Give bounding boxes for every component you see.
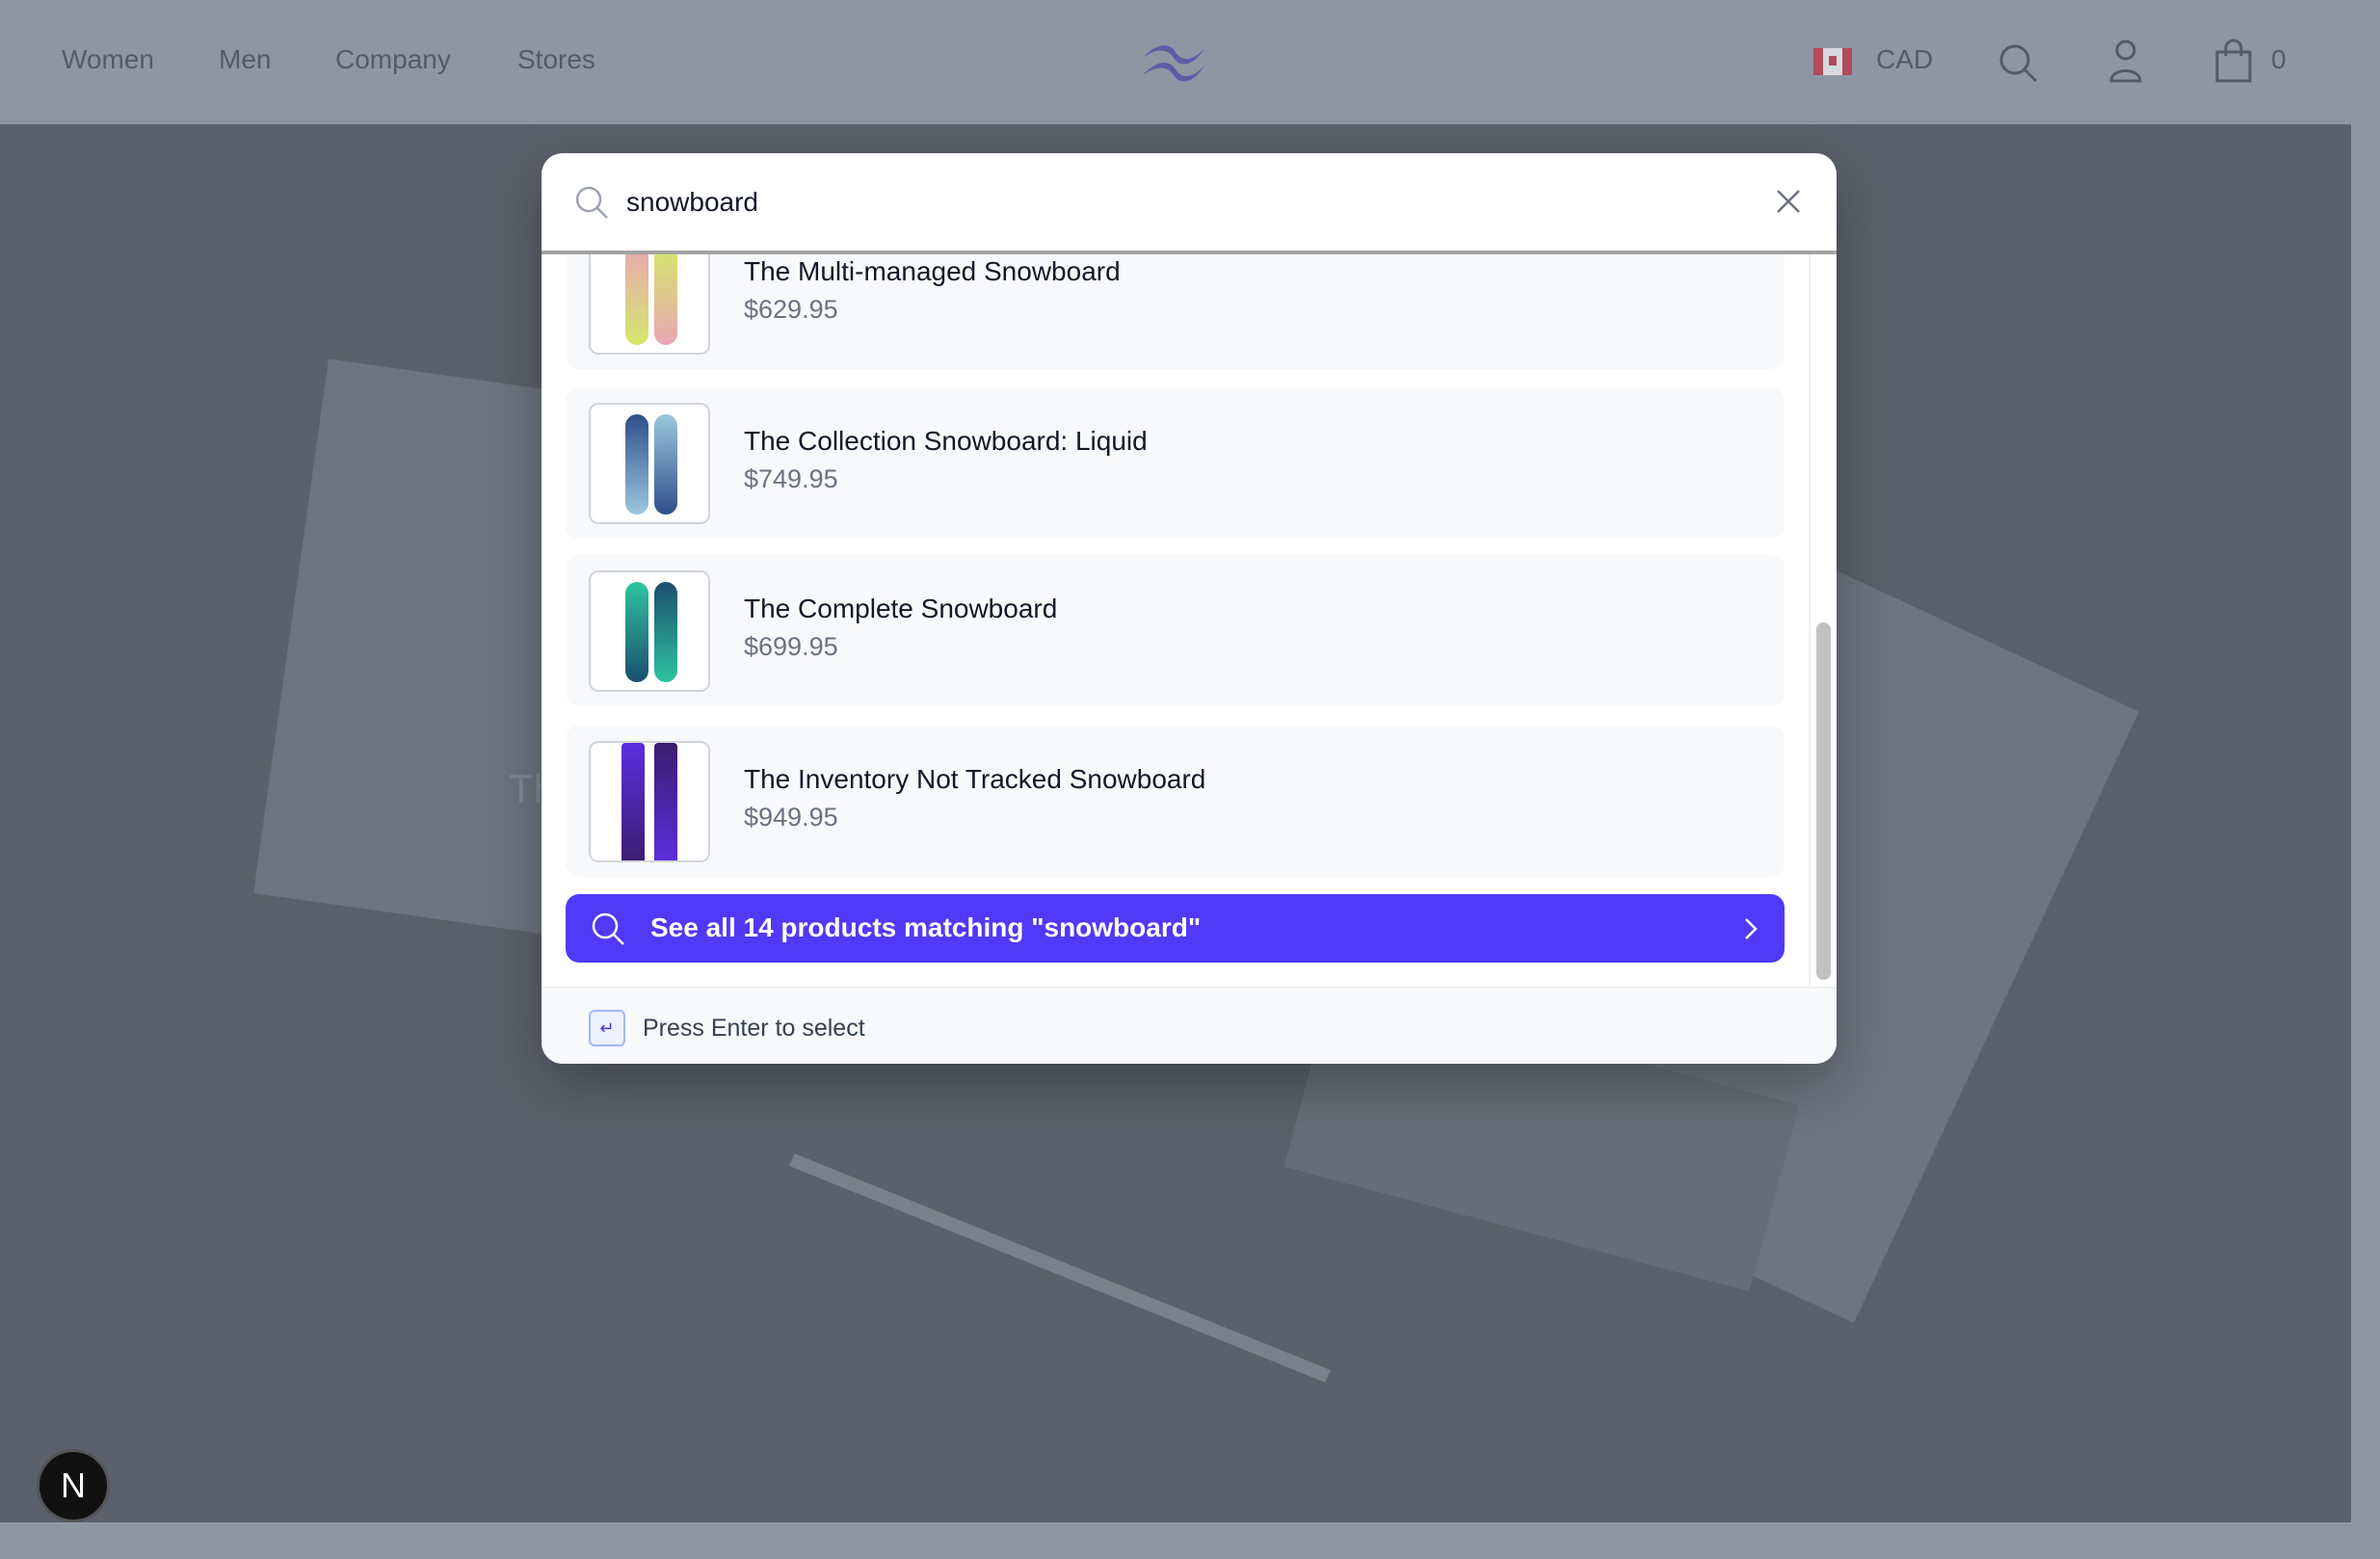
page-bottom — [0, 1522, 2380, 1559]
site-header: Women Men Company Stores CAD 0 — [0, 0, 2380, 124]
product-price: $949.95 — [744, 803, 838, 832]
search-icon — [592, 912, 624, 945]
search-icon[interactable] — [1997, 42, 2040, 85]
nav-women[interactable]: Women — [62, 44, 154, 75]
product-thumbnail — [589, 741, 710, 862]
result-item[interactable]: The Collection Snowboard: Liquid $749.95 — [566, 387, 1785, 539]
search-results: The Multi-managed Snowboard $629.95 The … — [542, 254, 1837, 987]
account-icon[interactable] — [2108, 39, 2143, 83]
logo-icon[interactable] — [1137, 39, 1210, 85]
snowboard-graphic — [654, 743, 677, 860]
result-item[interactable]: The Multi-managed Snowboard $629.95 — [566, 254, 1785, 369]
result-item[interactable]: The Inventory Not Tracked Snowboard $949… — [566, 726, 1785, 877]
product-title: The Collection Snowboard: Liquid — [744, 426, 1148, 456]
nav-men[interactable]: Men — [219, 44, 271, 75]
search-input[interactable] — [626, 180, 1686, 225]
snowboard-graphic — [625, 254, 648, 345]
close-icon[interactable] — [1775, 188, 1802, 215]
currency-selector[interactable]: CAD — [1876, 44, 1933, 75]
search-icon — [575, 186, 608, 219]
search-modal: The Multi-managed Snowboard $629.95 The … — [542, 153, 1837, 1064]
result-item[interactable]: The Complete Snowboard $699.95 — [566, 555, 1785, 706]
product-price: $629.95 — [744, 295, 838, 324]
footer-hint: Press Enter to select — [643, 1015, 865, 1042]
hero-image-pen — [789, 1153, 1331, 1383]
product-title: The Multi-managed Snowboard — [744, 256, 1121, 286]
nav-company[interactable]: Company — [335, 44, 451, 75]
product-title: The Complete Snowboard — [744, 594, 1058, 623]
page-scrollbar[interactable] — [2351, 124, 2380, 1559]
product-title: The Inventory Not Tracked Snowboard — [744, 764, 1206, 794]
snowboard-graphic — [621, 743, 645, 860]
product-thumbnail — [589, 570, 710, 692]
nav-stores[interactable]: Stores — [517, 44, 595, 75]
see-all-results-button[interactable]: See all 14 products matching "snowboard" — [566, 894, 1785, 963]
chevron-right-icon — [1745, 918, 1758, 939]
scroll-track — [1809, 254, 1811, 987]
snowboard-graphic — [625, 414, 648, 515]
snowboard-graphic — [654, 582, 677, 682]
product-thumbnail — [589, 403, 710, 524]
snowboard-graphic — [654, 414, 677, 515]
product-thumbnail — [589, 254, 710, 355]
cart-count: 0 — [2271, 44, 2287, 74]
enter-key-icon: ↵ — [589, 1010, 625, 1046]
search-row — [542, 153, 1837, 251]
results-scrollbar-thumb[interactable] — [1816, 622, 1831, 980]
see-all-label: See all 14 products matching "snowboard" — [650, 912, 1202, 942]
snowboard-graphic — [654, 254, 677, 345]
search-footer: ↵ Press Enter to select — [542, 987, 1837, 1064]
dev-tools-button[interactable]: N — [37, 1449, 110, 1522]
product-price: $699.95 — [744, 632, 838, 661]
canada-flag-icon[interactable] — [1813, 48, 1852, 75]
product-price: $749.95 — [744, 464, 838, 493]
cart-icon[interactable] — [2214, 39, 2253, 83]
snowboard-graphic — [625, 582, 648, 682]
